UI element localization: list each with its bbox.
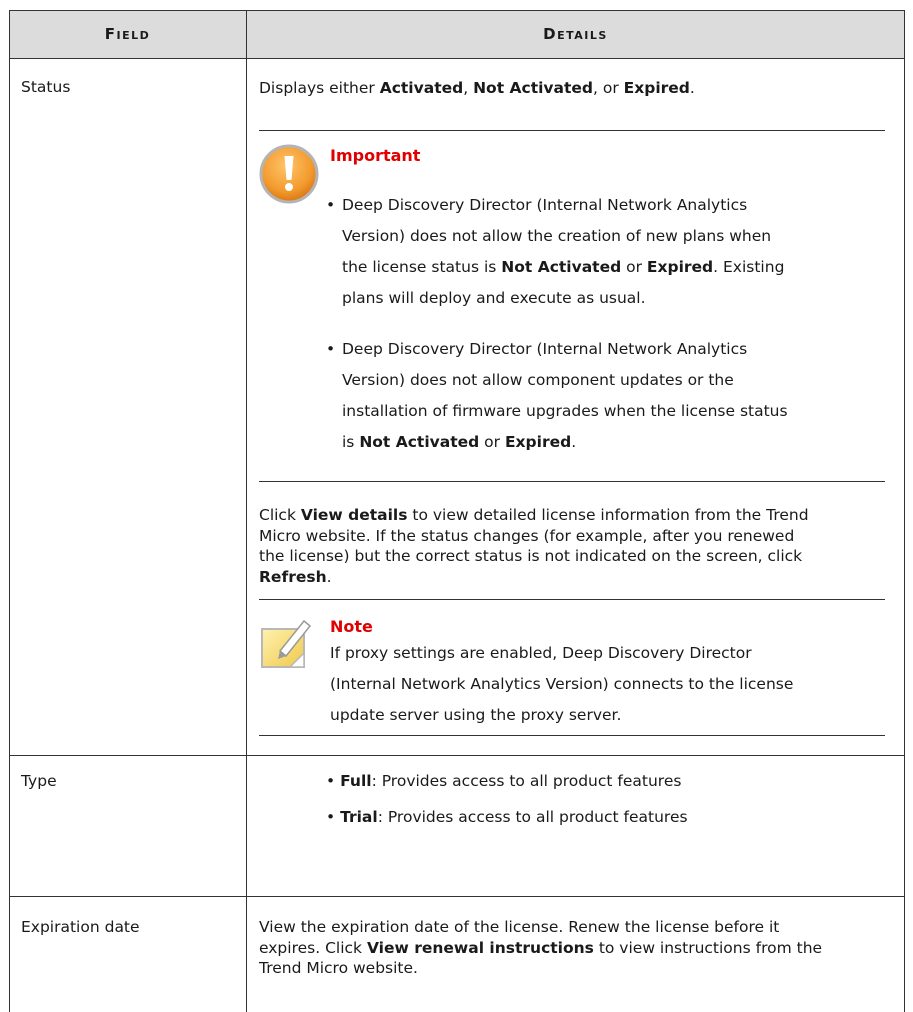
- note-top-rule: [259, 599, 885, 600]
- note-lines: . (Internal Network Analytics Version) c…: [330, 638, 793, 731]
- table-right-border: [904, 10, 905, 1012]
- header-bottom-border: [9, 58, 905, 59]
- important-title: Important: [330, 146, 421, 165]
- note-line-3-text: update server using the proxy server.: [330, 706, 622, 724]
- important-top-rule: [259, 130, 885, 131]
- table-top-border: [9, 10, 905, 11]
- note-line-2-text: (Internal Network Analytics Version) con…: [330, 675, 794, 693]
- status-intro: Displays either Activated, Not Activated…: [259, 79, 695, 97]
- header-field: Field: [9, 10, 246, 58]
- expiration-text: View the expiration date of the license.…: [259, 918, 823, 977]
- note-bottom-rule: [259, 735, 885, 736]
- note-title: Note: [330, 617, 373, 636]
- field-status: Status: [21, 78, 71, 96]
- header-details: Details: [247, 10, 904, 58]
- field-type: Type: [21, 772, 57, 790]
- table-left-border: [9, 10, 10, 1012]
- license-table: Field Details Status Displays either Act…: [0, 0, 913, 1012]
- type-bullet-full: • Full: Provides access to all product f…: [326, 772, 682, 790]
- important-bottom-rule: [259, 481, 885, 482]
- row-type-bottom: [9, 896, 905, 897]
- view-details-paragraph: Click View details to view detailed lice…: [259, 506, 809, 586]
- row-status-bottom: [9, 755, 905, 756]
- column-divider: [246, 10, 247, 1012]
- field-expiration-date: Expiration date: [21, 918, 140, 936]
- note-pencil-icon: [261, 619, 312, 668]
- exclamation-warning-icon: [259, 144, 319, 204]
- type-bullet-trial: • Trial: Provides access to all product …: [326, 808, 688, 826]
